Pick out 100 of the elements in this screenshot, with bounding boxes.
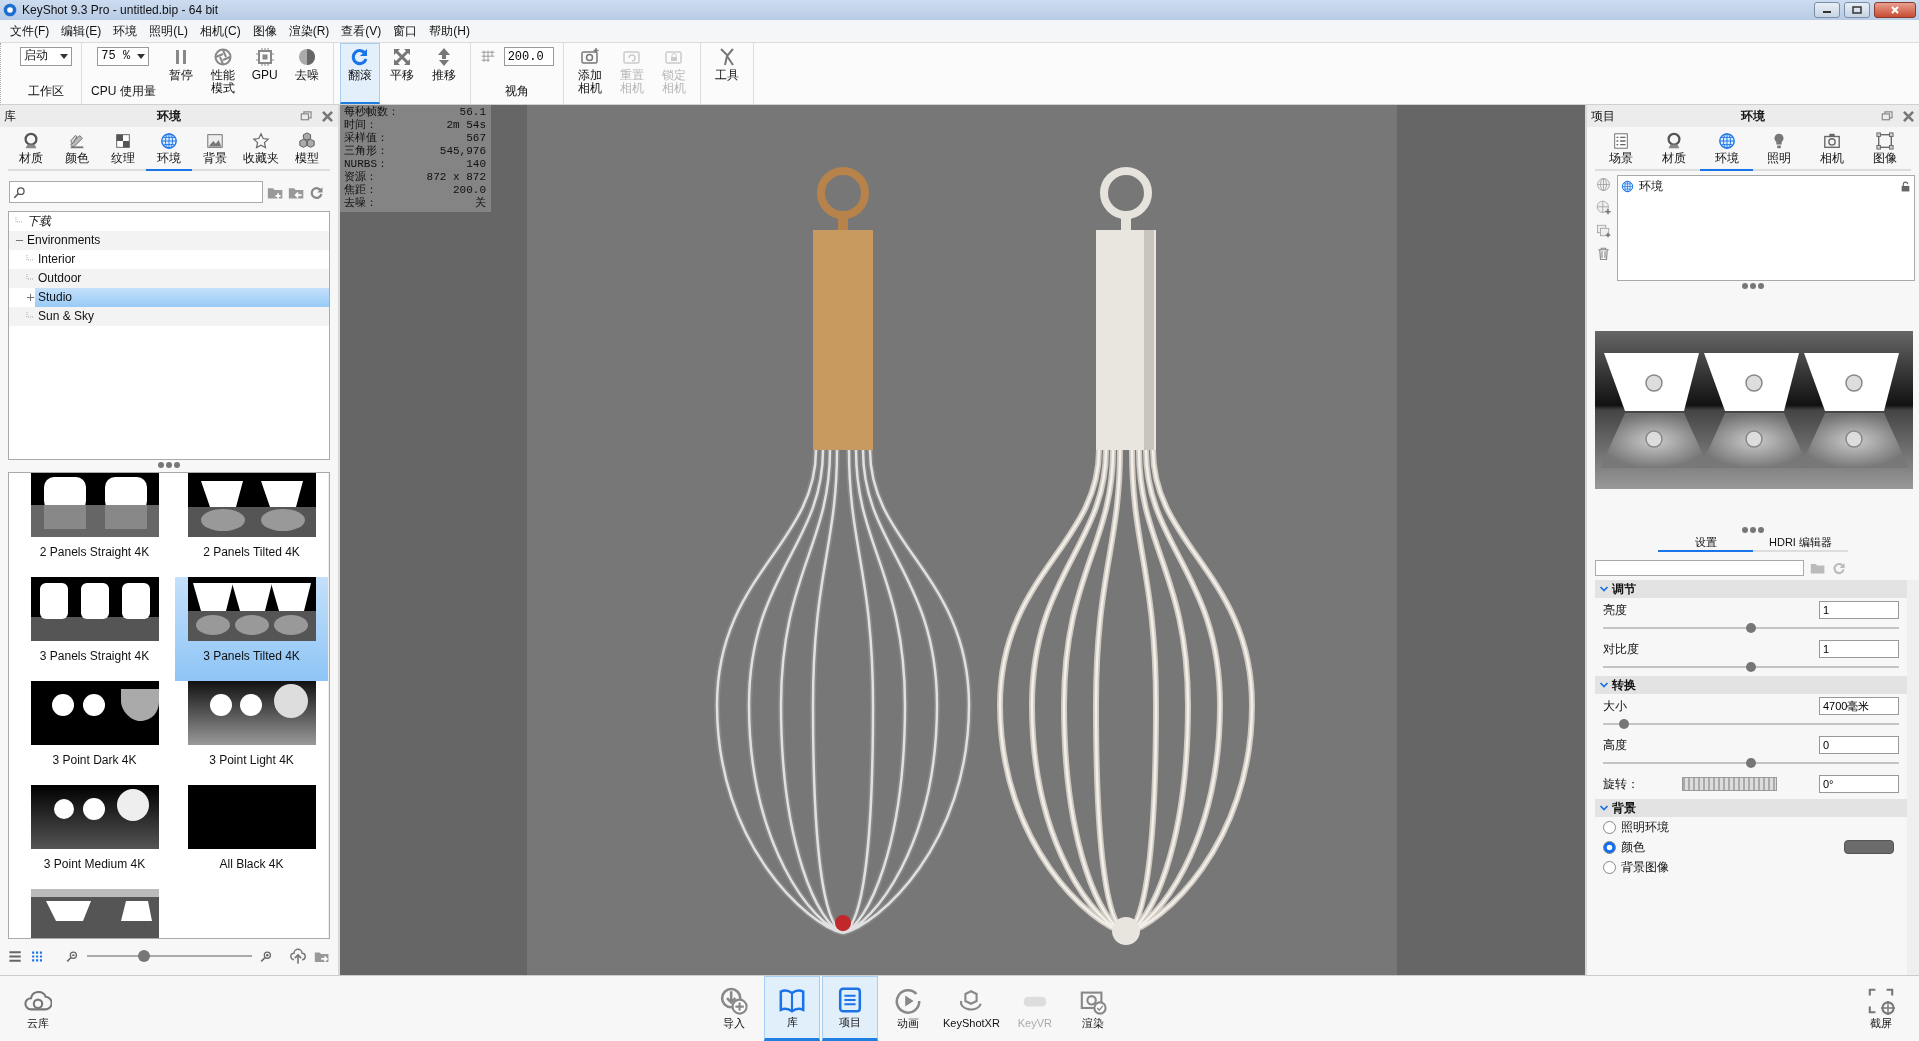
panel-tab[interactable]: 收藏夹: [238, 129, 284, 171]
number-field[interactable]: 200.0: [503, 47, 554, 66]
toolbar-button[interactable]: 添加相机: [569, 43, 610, 104]
slider-thumb[interactable]: [138, 950, 151, 962]
tree-item[interactable]: Studio: [35, 288, 329, 307]
slider-thumb[interactable]: [1746, 758, 1756, 769]
dock-button[interactable]: 库: [764, 976, 820, 1041]
tree-item[interactable]: Interior: [35, 250, 329, 269]
menu-item[interactable]: 环境: [107, 21, 144, 41]
slider-thumb[interactable]: [1746, 662, 1756, 673]
zoom-in-icon[interactable]: [259, 949, 272, 963]
rotation-dial[interactable]: [1681, 777, 1777, 792]
dock-button[interactable]: 项目: [822, 976, 878, 1041]
toolbar-button[interactable]: 工具: [706, 43, 747, 104]
close-icon[interactable]: [1902, 109, 1915, 123]
slider-thumb[interactable]: [1618, 719, 1629, 730]
copy-icon[interactable]: [1595, 223, 1611, 238]
value-field[interactable]: 0°: [1819, 775, 1899, 794]
file-field[interactable]: [1595, 560, 1804, 577]
value-field[interactable]: 1: [1819, 640, 1899, 659]
list-item[interactable]: 环境: [1639, 179, 1895, 194]
environment-item[interactable]: 2 Panels Tilted 4K: [175, 473, 328, 577]
splitter-handle-icon[interactable]: [1741, 527, 1765, 533]
expand-icon[interactable]: [26, 293, 35, 302]
splitter-handle-icon[interactable]: [157, 462, 181, 468]
radio-button[interactable]: [1603, 820, 1616, 834]
globe-icon[interactable]: [1595, 177, 1611, 192]
panel-tab[interactable]: 纹理: [100, 129, 146, 171]
panel-tab[interactable]: 图像: [1858, 129, 1912, 171]
menu-item[interactable]: 编辑(E): [55, 21, 108, 41]
menu-item[interactable]: 照明(L): [143, 21, 194, 41]
float-window-icon[interactable]: [300, 109, 313, 123]
toolbar-button[interactable]: 推移: [423, 43, 464, 104]
panel-tab[interactable]: 颜色: [54, 129, 100, 171]
slider-thumb[interactable]: [1746, 623, 1756, 634]
section-header[interactable]: 调节: [1595, 580, 1907, 599]
menu-item[interactable]: 图像: [246, 21, 283, 41]
menu-item[interactable]: 相机(C): [194, 21, 247, 41]
menu-item[interactable]: 查看(V): [335, 21, 388, 41]
dock-button[interactable]: 截屏: [1853, 976, 1909, 1041]
panel-tab[interactable]: 环境: [146, 129, 192, 171]
panel-tab[interactable]: 相机: [1805, 129, 1859, 171]
toolbar-button[interactable]: 性能模式: [202, 43, 243, 104]
environment-item[interactable]: 3 Point Medium 4K: [18, 785, 171, 889]
menu-item[interactable]: 帮助(H): [423, 21, 476, 41]
zoom-out-icon[interactable]: [66, 949, 79, 963]
subtab[interactable]: 设置: [1658, 535, 1753, 553]
section-header[interactable]: 转换: [1595, 676, 1907, 695]
splitter-handle-icon[interactable]: [1741, 283, 1765, 289]
panel-tab[interactable]: 材质: [1647, 129, 1701, 171]
dock-button[interactable]: 动画: [880, 976, 936, 1041]
toolbar-button[interactable]: 暂停: [160, 43, 201, 104]
lock-icon[interactable]: [1900, 180, 1911, 192]
whisk-drawing[interactable]: [714, 167, 972, 936]
toolbar-button[interactable]: 平移: [381, 43, 422, 104]
panel-tab[interactable]: 背景: [192, 129, 238, 171]
whisk-drawing[interactable]: [997, 167, 1255, 945]
menu-item[interactable]: 窗口: [387, 21, 424, 41]
value-field[interactable]: 4700毫米: [1819, 697, 1899, 716]
value-field[interactable]: 1: [1819, 601, 1899, 620]
dock-button[interactable]: 导入: [706, 976, 762, 1041]
hdri-preview[interactable]: [1595, 331, 1913, 489]
refresh-icon[interactable]: [309, 184, 324, 200]
toolbar-button[interactable]: 去噪: [286, 43, 327, 104]
environment-item[interactable]: 3 Point Light 4K: [175, 681, 328, 785]
radio-button[interactable]: [1603, 860, 1616, 874]
subtab[interactable]: HDRI 编辑器: [1753, 535, 1848, 553]
dock-button[interactable]: 渲染: [1064, 976, 1121, 1041]
tree-item[interactable]: 下载: [24, 212, 329, 231]
dropdown[interactable]: 75 %: [97, 47, 150, 66]
panel-tab[interactable]: 照明: [1753, 129, 1806, 171]
scrollbar[interactable]: [328, 473, 329, 938]
render-viewport[interactable]: 每秒帧数： 56.1 时间： 2m 54s 采样值： 567 三角形： 545,976 NURBS： 140 资源： 872 x 872 焦距： 200.0 去噪： 关: [340, 105, 1585, 975]
panel-tab[interactable]: 模型: [284, 129, 330, 171]
globe-plus-icon[interactable]: [1595, 200, 1611, 215]
environment-item[interactable]: All Black 4K: [175, 785, 328, 889]
maximize-button[interactable]: [1844, 2, 1870, 18]
minimize-button[interactable]: [1814, 2, 1840, 18]
toolbar-button[interactable]: 翻滚: [339, 43, 380, 104]
radio-button[interactable]: [1603, 840, 1616, 854]
search-field[interactable]: [9, 181, 263, 203]
menu-item[interactable]: 文件(F): [4, 21, 56, 41]
dock-button[interactable]: 云库: [10, 976, 66, 1041]
menu-item[interactable]: 渲染(R): [282, 21, 336, 41]
panel-tab[interactable]: 环境: [1700, 129, 1753, 171]
list-view-icon[interactable]: [8, 948, 23, 964]
cloud-upload-icon[interactable]: [289, 947, 306, 965]
close-icon[interactable]: [321, 109, 334, 123]
toolbar-button[interactable]: GPU: [244, 43, 285, 104]
environment-item[interactable]: 3 Panels Tilted 4K: [175, 577, 328, 681]
environment-item[interactable]: 2 Panels Straight 4K: [18, 473, 171, 577]
panel-tab[interactable]: 场景: [1595, 129, 1648, 171]
environment-item[interactable]: 3 Panels Straight 4K: [18, 577, 171, 681]
dropdown[interactable]: 启动: [20, 47, 72, 66]
close-button[interactable]: [1874, 2, 1916, 18]
color-swatch[interactable]: [1844, 840, 1894, 855]
trash-icon[interactable]: [1595, 246, 1611, 261]
value-field[interactable]: 0: [1819, 736, 1899, 755]
float-window-icon[interactable]: [1881, 109, 1894, 123]
panel-tab[interactable]: 材质: [8, 129, 54, 171]
